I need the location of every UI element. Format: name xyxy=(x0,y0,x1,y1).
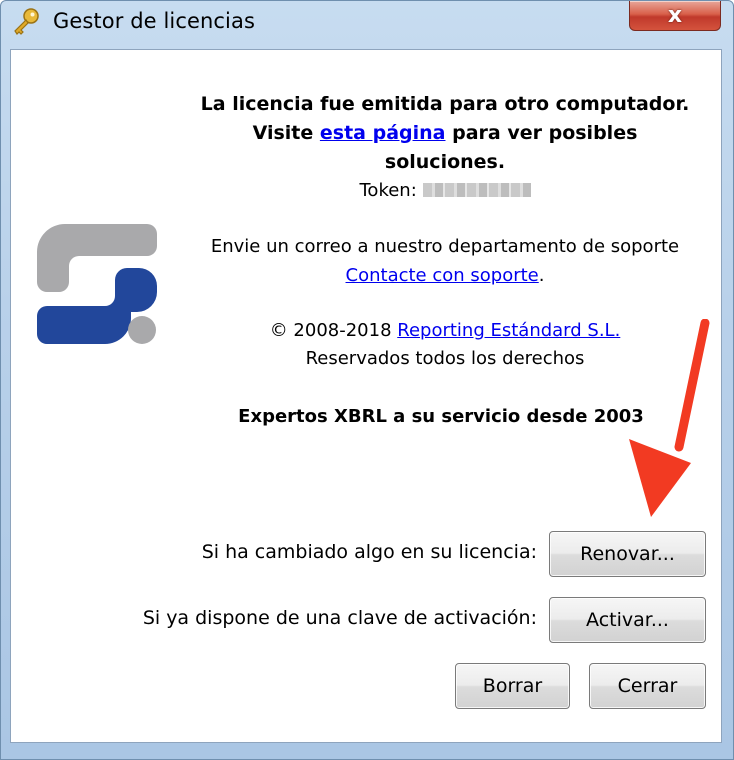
token-label: Token: xyxy=(359,180,423,201)
license-error-line2: Visite esta página para ver posibles xyxy=(252,122,638,144)
dialog-content: La licencia fue emitida para otro comput… xyxy=(10,49,722,743)
slogan: Expertos XBRL a su servicio desde 2003 xyxy=(238,406,644,427)
activate-button[interactable]: Activar... xyxy=(549,597,706,643)
close-button[interactable]: Cerrar xyxy=(589,663,706,709)
license-error-line3: soluciones. xyxy=(384,151,506,173)
window-title: Gestor de licencias xyxy=(53,9,255,33)
token-value-redacted xyxy=(422,183,531,197)
delete-button[interactable]: Borrar xyxy=(455,663,570,709)
renew-button[interactable]: Renovar... xyxy=(549,531,706,577)
contact-support-link[interactable]: Contacte con soporte xyxy=(346,265,539,286)
close-window-button[interactable]: x xyxy=(629,1,721,31)
red-arrow-annotation xyxy=(629,319,710,517)
renew-label: Si ha cambiado algo en su licencia: xyxy=(201,541,537,563)
support-link-line: Contacte con soporte. xyxy=(345,265,545,286)
license-error-line1: La licencia fue emitida para otro comput… xyxy=(200,93,690,115)
company-logo xyxy=(37,224,157,344)
title-bar[interactable]: Gestor de licencias x xyxy=(1,1,733,43)
token-line: Token: xyxy=(181,176,709,205)
activate-label: Si ya dispone de una clave de activación… xyxy=(142,607,537,629)
key-icon xyxy=(14,8,39,35)
support-text: Envie un correo a nuestro departamento d… xyxy=(210,236,680,257)
license-manager-window: Gestor de licencias x La licencia fue em… xyxy=(0,0,734,760)
company-link[interactable]: Reporting Estándard S.L. xyxy=(397,320,620,341)
solutions-page-link[interactable]: esta página xyxy=(320,122,446,144)
close-icon: x xyxy=(667,2,683,28)
